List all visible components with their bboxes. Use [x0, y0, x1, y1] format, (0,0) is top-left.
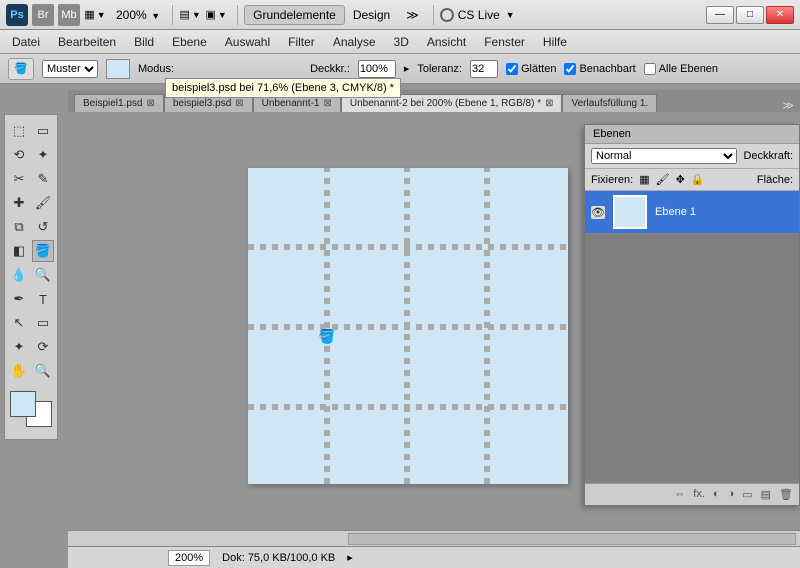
lock-brush-icon[interactable]: 🖌	[656, 173, 670, 186]
bucket-cursor-icon: 🪣	[318, 328, 335, 345]
3d-tool[interactable]: ✦	[8, 336, 30, 358]
contiguous-checkbox[interactable]: Benachbart	[564, 63, 635, 75]
workspace-more[interactable]: ≫	[398, 6, 427, 24]
arrange-icon[interactable]: ▦▼	[84, 4, 106, 26]
tab-tooltip: beispiel3.psd bei 71,6% (Ebene 3, CMYK/8…	[165, 78, 401, 98]
layers-footer: ⇔ fx. ◐ ◑ ▭ ▤ 🗑	[585, 483, 799, 505]
tab-overflow[interactable]: ≫	[782, 99, 794, 112]
bucket-tool[interactable]: 🪣	[32, 240, 54, 262]
status-doc-size: Dok: 75,0 KB/100,0 KB	[222, 552, 335, 564]
mode-label: Modus:	[138, 63, 174, 75]
crop-tool[interactable]: ✂	[8, 168, 30, 190]
marquee-tool[interactable]: ▭	[32, 120, 54, 142]
extras-icon[interactable]: ▤▼	[179, 4, 201, 26]
dodge-tool[interactable]: 🔍	[32, 264, 54, 286]
layer-name[interactable]: Ebene 1	[655, 206, 696, 218]
close-icon[interactable]: ⊠	[545, 98, 553, 109]
tab-beispiel1[interactable]: Beispiel1.psd⊠	[74, 94, 164, 112]
minibridge-icon[interactable]: Mb	[58, 4, 80, 26]
fill-type-select[interactable]: Muster	[42, 60, 98, 78]
bridge-icon[interactable]: Br	[32, 4, 54, 26]
menu-hilfe[interactable]: Hilfe	[543, 35, 567, 49]
minimize-button[interactable]: —	[706, 6, 734, 24]
opacity-label: Deckkr.:	[310, 63, 350, 75]
antialias-checkbox[interactable]: Glätten	[506, 63, 556, 75]
adjustment-icon[interactable]: ◑	[728, 488, 735, 501]
workspace-design[interactable]: Design	[345, 6, 398, 24]
lock-move-icon[interactable]: ✥	[676, 173, 685, 186]
title-bar: Ps Br Mb ▦▼ 200% ▼ ▤▼ ▣▼ Grundelemente D…	[0, 0, 800, 30]
visibility-icon[interactable]: 👁	[591, 206, 605, 219]
trash-icon[interactable]: 🗑	[779, 488, 793, 501]
group-icon[interactable]: ▭	[742, 488, 752, 501]
menu-bar: Datei Bearbeiten Bild Ebene Auswahl Filt…	[0, 30, 800, 54]
current-tool-icon[interactable]: 🪣	[8, 58, 34, 80]
color-swatches[interactable]	[8, 389, 54, 429]
lock-all-icon[interactable]: 🔒	[691, 173, 705, 186]
shape-tool[interactable]: ▭	[32, 312, 54, 334]
3d-camera-tool[interactable]: ⟳	[32, 336, 54, 358]
move-tool[interactable]: ⬚	[8, 120, 30, 142]
new-layer-icon[interactable]: ▤	[761, 488, 771, 501]
close-icon[interactable]: ⊠	[323, 98, 331, 109]
horizontal-scrollbar[interactable]	[68, 530, 800, 546]
menu-fenster[interactable]: Fenster	[484, 35, 525, 49]
layer-row[interactable]: 👁 Ebene 1	[585, 191, 799, 233]
opacity-label: Deckkraft:	[743, 150, 793, 162]
layers-tab[interactable]: Ebenen	[585, 125, 799, 144]
tolerance-input[interactable]	[470, 60, 498, 78]
menu-filter[interactable]: Filter	[288, 35, 315, 49]
document-canvas[interactable]	[248, 168, 568, 484]
menu-datei[interactable]: Datei	[12, 35, 40, 49]
menu-analyse[interactable]: Analyse	[333, 35, 376, 49]
fill-label: Fläche:	[757, 174, 793, 186]
workspace-grundelemente[interactable]: Grundelemente	[244, 5, 345, 25]
status-bar: 200% Dok: 75,0 KB/100,0 KB ▸	[68, 546, 800, 568]
zoom-level[interactable]: 200% ▼	[116, 8, 160, 22]
blur-tool[interactable]: 💧	[8, 264, 30, 286]
mask-icon[interactable]: ◐	[713, 488, 720, 501]
menu-ansicht[interactable]: Ansicht	[427, 35, 466, 49]
app-icon: Ps	[6, 4, 28, 26]
screen-mode-icon[interactable]: ▣▼	[205, 4, 227, 26]
tolerance-label: Toleranz:	[417, 63, 462, 75]
menu-auswahl[interactable]: Auswahl	[225, 35, 270, 49]
menu-ebene[interactable]: Ebene	[172, 35, 207, 49]
wand-tool[interactable]: ✦	[32, 144, 54, 166]
brush-tool[interactable]: 🖌	[32, 192, 54, 214]
close-button[interactable]: ✕	[766, 6, 794, 24]
fx-icon[interactable]: fx.	[693, 488, 705, 501]
lasso-tool[interactable]: ⟲	[8, 144, 30, 166]
pen-tool[interactable]: ✒	[8, 288, 30, 310]
tab-verlauf[interactable]: Verlaufsfüllung 1.	[562, 94, 657, 112]
lock-label: Fixieren:	[591, 174, 633, 186]
blend-mode-select[interactable]: Normal	[591, 148, 737, 164]
eyedropper-tool[interactable]: ✎	[32, 168, 54, 190]
cs-live[interactable]: CS Live▼	[440, 8, 515, 22]
close-icon[interactable]: ⊠	[146, 98, 154, 109]
type-tool[interactable]: T	[32, 288, 54, 310]
all-layers-checkbox[interactable]: Alle Ebenen	[644, 63, 718, 75]
pattern-swatch[interactable]	[106, 59, 130, 79]
menu-3d[interactable]: 3D	[394, 35, 409, 49]
menu-bearbeiten[interactable]: Bearbeiten	[58, 35, 116, 49]
toolbox: ⬚▭ ⟲✦ ✂✎ ✚🖌 ⧉↺ ◧🪣 💧🔍 ✒T ↖▭ ✦⟳ ✋🔍	[4, 114, 58, 440]
hand-tool[interactable]: ✋	[8, 360, 30, 382]
close-icon[interactable]: ⊠	[235, 98, 243, 109]
menu-bild[interactable]: Bild	[134, 35, 154, 49]
layers-panel: Ebenen Normal Deckkraft: Fixieren: ▦ 🖌 ✥…	[584, 124, 800, 506]
layer-thumbnail[interactable]	[613, 195, 647, 229]
opacity-input[interactable]	[358, 60, 396, 78]
zoom-tool[interactable]: 🔍	[32, 360, 54, 382]
path-tool[interactable]: ↖	[8, 312, 30, 334]
lock-pixels-icon[interactable]: ▦	[639, 173, 649, 186]
stamp-tool[interactable]: ⧉	[8, 216, 30, 238]
heal-tool[interactable]: ✚	[8, 192, 30, 214]
maximize-button[interactable]: □	[736, 6, 764, 24]
link-layers-icon[interactable]: ⇔	[674, 488, 685, 501]
eraser-tool[interactable]: ◧	[8, 240, 30, 262]
status-zoom[interactable]: 200%	[168, 550, 210, 566]
history-brush-tool[interactable]: ↺	[32, 216, 54, 238]
